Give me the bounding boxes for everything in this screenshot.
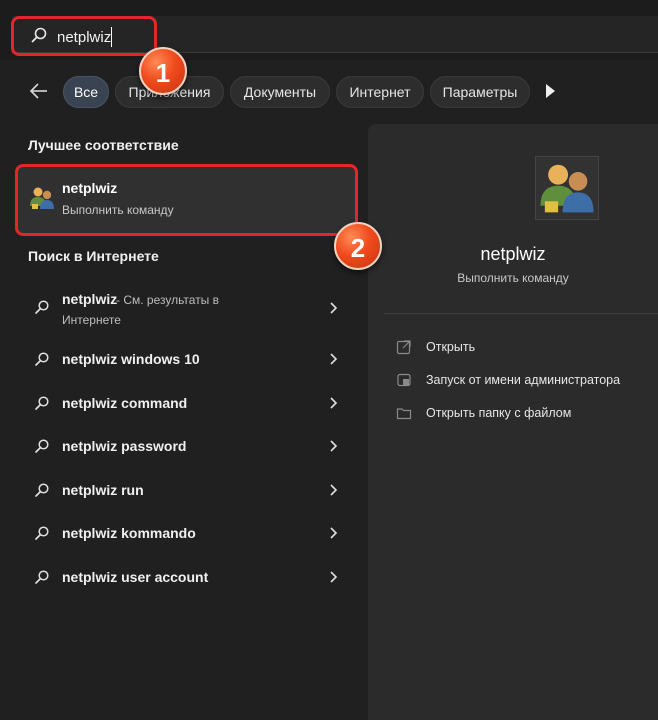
- shield-icon: [397, 373, 411, 387]
- step-badge-1: 1: [139, 47, 187, 95]
- web-result-item[interactable]: netplwiz command: [18, 384, 356, 424]
- chevron-right-icon: [330, 440, 338, 452]
- web-result-label: netplwiz password: [62, 438, 187, 454]
- tab-all[interactable]: Все: [63, 76, 109, 108]
- web-result-item[interactable]: netplwiz - См. результаты в Интернете: [18, 285, 356, 333]
- app-icon-large: [535, 156, 599, 220]
- web-result-label: netplwiz user account: [62, 569, 209, 585]
- users-icon: [540, 164, 594, 213]
- tab-internet[interactable]: Интернет: [336, 76, 424, 108]
- web-result-item[interactable]: netplwiz user account: [18, 558, 356, 598]
- web-result-label: netplwiz: [62, 291, 118, 307]
- chevron-right-icon: [330, 397, 338, 409]
- tab-documents[interactable]: Документы: [230, 76, 330, 108]
- web-result-label: netplwiz run: [62, 482, 144, 498]
- web-result-suffix-line2: Интернете: [62, 313, 121, 327]
- search-icon: [35, 396, 49, 410]
- tab-settings[interactable]: Параметры: [430, 76, 530, 108]
- chevron-right-icon: [330, 527, 338, 539]
- search-icon: [35, 570, 49, 584]
- action-label: Запуск от имени администратора: [426, 373, 621, 387]
- back-arrow-icon[interactable]: [28, 80, 50, 102]
- search-icon: [35, 439, 49, 453]
- best-match-heading: Лучшее соответствие: [28, 137, 179, 153]
- web-result-item[interactable]: netplwiz windows 10: [18, 340, 356, 380]
- web-result-item[interactable]: netplwiz kommando: [18, 514, 356, 554]
- highlight-best-match: [15, 164, 358, 236]
- chevron-right-icon: [330, 302, 338, 314]
- web-result-item[interactable]: netplwiz run: [18, 471, 356, 511]
- web-result-suffix: - См. результаты в: [116, 293, 220, 307]
- action-open-folder[interactable]: Открыть папку с файлом: [396, 403, 596, 423]
- web-result-label: netplwiz kommando: [62, 525, 196, 541]
- step-badge-2: 2: [334, 222, 382, 270]
- folder-icon: [396, 408, 412, 420]
- open-icon: [396, 340, 411, 355]
- search-icon: [35, 352, 49, 366]
- play-icon[interactable]: [546, 84, 555, 98]
- chevron-right-icon: [330, 571, 338, 583]
- action-label: Открыть папку с файлом: [426, 406, 572, 420]
- web-result-item[interactable]: netplwiz password: [18, 427, 356, 467]
- web-result-label: netplwiz windows 10: [62, 351, 200, 367]
- highlight-search: [11, 16, 157, 56]
- chevron-right-icon: [330, 353, 338, 365]
- web-result-label: netplwiz command: [62, 395, 188, 411]
- action-run-as-admin[interactable]: Запуск от имени администратора: [396, 370, 636, 390]
- divider: [384, 313, 658, 314]
- preview-title: netplwiz: [480, 244, 546, 264]
- search-icon: [35, 526, 49, 540]
- web-search-heading: Поиск в Интернете: [28, 248, 159, 264]
- preview-subtitle: Выполнить команду: [457, 271, 569, 285]
- search-icon: [35, 483, 49, 497]
- action-label: Открыть: [426, 340, 476, 354]
- chevron-right-icon: [330, 484, 338, 496]
- action-open[interactable]: Открыть: [396, 337, 596, 357]
- search-icon: [35, 300, 49, 314]
